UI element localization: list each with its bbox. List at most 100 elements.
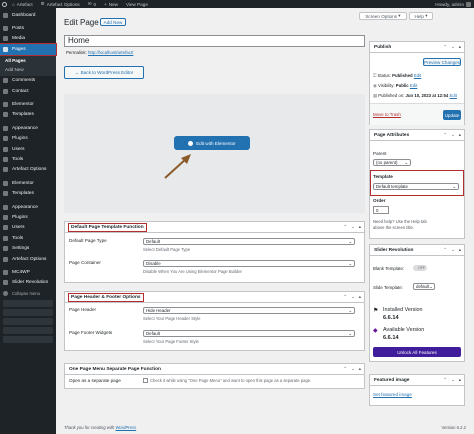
box-controls: ⌃ ⌄ ▴ <box>343 294 361 300</box>
submenu-all-pages[interactable]: All Pages <box>0 56 56 65</box>
screen-options-button[interactable]: Screen Options ▾ <box>359 12 407 20</box>
page-container-select[interactable]: Disable ⌄ <box>143 260 355 267</box>
page-type-select[interactable]: Default ⌄ <box>143 238 355 245</box>
chevron-down-icon[interactable]: ⌄ <box>451 377 455 383</box>
key-icon: ⚿ <box>373 73 377 78</box>
page-attributes-box: Page Attributes ⌃ ⌄ ▴ Parent (no parent) ⌄ … <box>369 129 465 239</box>
permalink-link[interactable]: http://localhost/artefact/ <box>88 50 133 55</box>
chevron-up-icon[interactable]: ⌃ <box>443 377 447 383</box>
chevron-up-icon[interactable]: ⌃ <box>443 247 447 253</box>
edit-status-link[interactable]: Edit <box>414 73 421 78</box>
slider-revolution-box: Slider Revolution ⌃ ⌄ ▴ Blank Template: OF… <box>369 244 465 362</box>
collapse-icon[interactable]: ▴ <box>459 132 461 138</box>
sidebar-item-mc4wp[interactable]: MC4WP <box>0 267 56 277</box>
chevron-up-icon[interactable]: ⌃ <box>343 294 347 300</box>
sidebar-item-users[interactable]: Users <box>0 144 56 154</box>
sidebar-item-tools-2[interactable]: Tools <box>0 233 56 243</box>
chevron-down-icon[interactable]: ⌄ <box>351 224 355 230</box>
sidebar-item-templates[interactable]: Templates <box>0 110 56 120</box>
slide-template-select[interactable]: default ⌄ <box>413 283 435 290</box>
pages-submenu: All Pages Add New <box>0 54 56 76</box>
view-page-link[interactable]: View Page <box>126 2 148 7</box>
collapse-icon[interactable]: ▴ <box>359 224 361 230</box>
site-name-link[interactable]: ⌂ Artefact <box>12 2 33 7</box>
field-description: Select Your Page Footer Style <box>143 339 199 344</box>
box-controls: ⌃ ⌄ ▴ <box>443 132 461 138</box>
chevron-down-icon[interactable]: ⌄ <box>351 294 355 300</box>
separate-page-checkbox[interactable] <box>143 378 148 383</box>
move-to-trash-link[interactable]: Move to Trash <box>373 112 401 117</box>
artefact-options-link[interactable]: ⚙ Artefact Options <box>41 1 80 7</box>
sidebar-item-posts[interactable]: Posts <box>0 23 56 33</box>
sidebar-item-media[interactable]: Media <box>0 34 56 44</box>
edit-date-link[interactable]: Edit <box>449 93 456 98</box>
collapse-icon[interactable]: ▴ <box>459 377 461 383</box>
user-menu[interactable]: Howdy, admin <box>435 0 471 8</box>
permalink: Permalink: http://localhost/artefact/ <box>66 50 134 55</box>
sidebar-item-elementor[interactable]: Elementor <box>0 99 56 109</box>
template-select[interactable]: Default template ⌄ <box>373 183 459 190</box>
sidebar-item-appearance[interactable]: Appearance <box>0 123 56 133</box>
collapse-icon[interactable]: ▴ <box>459 247 461 253</box>
sidebar-item-contact[interactable]: Contact <box>0 86 56 96</box>
new-content-link[interactable]: + New <box>104 2 118 7</box>
chevron-up-icon[interactable]: ⌃ <box>343 366 347 372</box>
field-description: Select Your Page Header Style <box>143 316 201 321</box>
blank-template-toggle[interactable]: OFF <box>413 265 427 271</box>
edit-with-elementor-button[interactable]: Edit with Elementor <box>174 136 250 150</box>
user-icon <box>3 146 8 152</box>
set-featured-image-link[interactable]: Set featured image <box>373 392 412 397</box>
wordpress-link[interactable]: WordPress <box>115 425 136 430</box>
sidebar-item-plugins[interactable]: Plugins <box>0 134 56 144</box>
collapse-icon[interactable]: ▴ <box>359 366 361 372</box>
chevron-down-icon[interactable]: ⌄ <box>451 247 455 253</box>
update-button[interactable]: Update <box>443 110 461 120</box>
order-input[interactable]: 0 <box>373 206 389 214</box>
page-footer-select[interactable]: Default ⌄ <box>143 330 355 337</box>
chevron-up-icon[interactable]: ⌃ <box>443 132 447 138</box>
sidebar-item-pages[interactable]: Pages <box>0 43 57 56</box>
available-version-label: Available Version <box>383 327 425 333</box>
add-new-button[interactable]: Add New <box>100 18 126 26</box>
page-header-select[interactable]: Hide Header ⌄ <box>143 307 355 314</box>
collapse-menu-button[interactable]: Collapse menu <box>0 288 56 298</box>
page-title: Edit Page <box>64 18 99 27</box>
help-button[interactable]: Help ▾ <box>409 12 433 20</box>
sidebar-item-dashboard[interactable]: Dashboard <box>0 10 56 20</box>
sidebar-item-slider-revolution[interactable]: Slider Revolution <box>0 278 56 288</box>
flag-icon: ⚑ <box>373 308 379 314</box>
back-to-wordpress-editor-button[interactable]: ← Back to WordPress Editor <box>64 66 144 79</box>
title-input[interactable]: Home <box>64 35 365 47</box>
chevron-up-icon[interactable]: ⌃ <box>343 224 347 230</box>
unlock-all-features-button[interactable]: Unlock All Features <box>373 347 461 357</box>
chevron-down-icon[interactable]: ⌄ <box>351 366 355 372</box>
sidebar-item-artefact-options[interactable]: Artefact Options <box>0 165 56 175</box>
chevron-down-icon: ⌄ <box>404 159 408 165</box>
order-label: Order <box>373 198 386 203</box>
field-label: Default Page Type <box>69 238 107 243</box>
sidebar-item-comments[interactable]: Comments <box>0 76 56 86</box>
sidebar-item-users-2[interactable]: Users <box>0 223 56 233</box>
collapse-icon[interactable]: ▴ <box>359 294 361 300</box>
plus-icon: + <box>104 1 107 7</box>
comments-link[interactable]: ✉ 0 <box>88 1 96 7</box>
parent-select[interactable]: (no parent) ⌄ <box>373 159 411 166</box>
sidebar-item-tools[interactable]: Tools <box>0 154 56 164</box>
help-text: Need help? Use the Help tab above the sc… <box>373 219 427 230</box>
chevron-down-icon[interactable]: ⌄ <box>451 44 455 50</box>
submenu-add-new[interactable]: Add New <box>0 65 56 74</box>
sidebar-item-plugins-2[interactable]: Plugins <box>0 212 56 222</box>
pin-icon <box>3 26 8 32</box>
sidebar-item-settings[interactable]: Settings <box>0 243 56 253</box>
wordpress-logo-icon[interactable] <box>0 0 8 8</box>
edit-visibility-link[interactable]: Edit <box>410 83 417 88</box>
preview-changes-button[interactable]: Preview Changes <box>423 58 461 66</box>
collapse-icon[interactable]: ▴ <box>459 44 461 50</box>
sidebar-item-templates-2[interactable]: Templates <box>0 188 56 198</box>
box-title: Page Attributes <box>374 132 410 138</box>
chevron-up-icon[interactable]: ⌃ <box>443 44 447 50</box>
sidebar-item-artefact-options-2[interactable]: Artefact Options <box>0 254 56 264</box>
chevron-down-icon[interactable]: ⌄ <box>451 132 455 138</box>
sidebar-item-appearance-2[interactable]: Appearance <box>0 202 56 212</box>
sidebar-item-elementor-2[interactable]: Elementor <box>0 178 56 188</box>
